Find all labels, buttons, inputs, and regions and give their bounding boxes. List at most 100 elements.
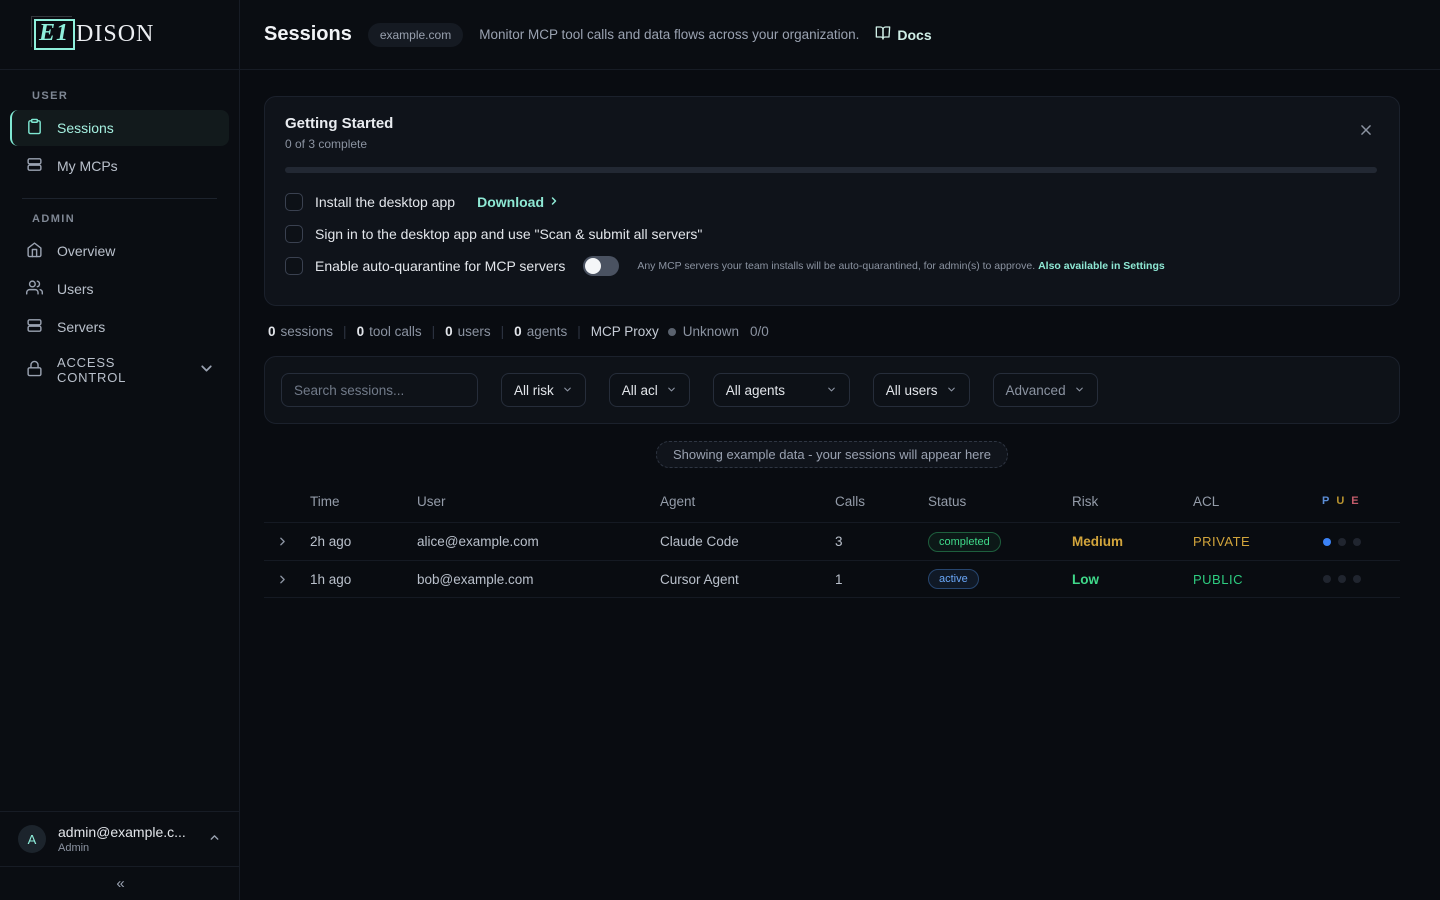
book-open-icon (875, 25, 891, 44)
column-header-user: User (417, 494, 660, 509)
acl-filter-dropdown[interactable]: All acl (609, 373, 690, 407)
expand-row-icon[interactable] (264, 535, 310, 548)
stat-sessions-label: sessions (281, 324, 334, 339)
chevron-up-icon (208, 831, 221, 847)
advanced-filter-dropdown[interactable]: Advanced (993, 373, 1098, 407)
avatar: A (18, 825, 46, 853)
app-window: E1DISON USER Sessions My MCPs ADMIN Over… (0, 0, 1440, 900)
server-icon (26, 317, 43, 337)
expand-row-icon[interactable] (264, 573, 310, 586)
column-header-time: Time (310, 494, 417, 509)
sidebar-item-label: Servers (57, 319, 105, 335)
cell-pue-dots (1322, 575, 1400, 583)
status-badge: active (928, 569, 979, 589)
sidebar-collapse-button[interactable]: « (116, 875, 122, 892)
signin-checkbox[interactable] (285, 225, 303, 243)
proxy-label: MCP Proxy (591, 324, 659, 339)
column-header-agent: Agent (660, 494, 835, 509)
stat-separator: | (432, 324, 436, 339)
pue-dot-u (1338, 538, 1346, 546)
server-stack-icon (26, 156, 43, 176)
stat-agents: 0 agents (514, 324, 567, 339)
sidebar-item-label: My MCPs (57, 158, 118, 174)
sidebar: E1DISON USER Sessions My MCPs ADMIN Over… (0, 0, 240, 900)
sessions-table: Time User Agent Calls Status Risk ACL P … (264, 480, 1400, 598)
home-icon (26, 241, 43, 261)
download-label: Download (477, 194, 544, 210)
sidebar-item-users[interactable]: Users (10, 271, 229, 307)
stat-agents-value: 0 (514, 324, 522, 339)
stat-tool-calls: 0tool calls (357, 324, 422, 339)
risk-filter-dropdown[interactable]: All risk (501, 373, 586, 407)
pue-dot-p (1323, 538, 1331, 546)
cell-calls: 1 (835, 572, 928, 587)
sidebar-item-label: Users (57, 281, 94, 297)
agents-filter-dropdown[interactable]: All agents (713, 373, 850, 407)
column-header-calls: Calls (835, 494, 928, 509)
sidebar-nav: USER Sessions My MCPs ADMIN Overview Use… (0, 70, 239, 811)
quarantine-toggle[interactable] (583, 256, 619, 276)
sidebar-item-sessions[interactable]: Sessions (10, 110, 229, 146)
proxy-status: Unknown (683, 324, 739, 339)
search-input[interactable] (281, 373, 478, 407)
table-row[interactable]: 2h ago alice@example.com Claude Code 3 c… (264, 522, 1400, 560)
docs-link[interactable]: Docs (875, 25, 931, 44)
chevron-down-icon (666, 383, 677, 398)
sidebar-item-label: Sessions (57, 120, 114, 136)
quarantine-checkbox[interactable] (285, 257, 303, 275)
pue-dot-u (1338, 575, 1346, 583)
edison-logo[interactable]: E1DISON (34, 19, 154, 49)
sidebar-item-label: ACCESS CONTROL (57, 355, 170, 385)
chevron-down-icon (946, 383, 957, 398)
agents-filter-label: All agents (726, 383, 785, 398)
org-badge: example.com (368, 23, 463, 47)
cell-risk: Low (1072, 572, 1193, 587)
cell-user: alice@example.com (417, 534, 660, 549)
pue-dot-p (1323, 575, 1331, 583)
clipboard-icon (26, 118, 43, 138)
stat-mcp-proxy: MCP Proxy Unknown 0/0 (591, 324, 769, 339)
getting-started-title: Getting Started (285, 115, 1379, 132)
pue-dot-e (1353, 575, 1361, 583)
docs-label: Docs (897, 27, 931, 43)
page-description: Monitor MCP tool calls and data flows ac… (479, 27, 859, 42)
stat-sessions-value: 0 (268, 324, 276, 339)
logo-box: E1 (34, 19, 75, 49)
page-header: Sessions example.com Monitor MCP tool ca… (240, 0, 1440, 70)
cell-risk: Medium (1072, 534, 1193, 549)
stat-separator: | (577, 324, 581, 339)
signin-label: Sign in to the desktop app and use "Scan… (315, 226, 702, 242)
stat-agents-label: agents (527, 324, 568, 339)
download-link[interactable]: Download (477, 194, 560, 210)
install-label: Install the desktop app (315, 194, 455, 210)
content: Getting Started 0 of 3 complete Install … (240, 70, 1440, 900)
getting-started-progress-label: 0 of 3 complete (285, 137, 1379, 151)
stat-tool-calls-value: 0 (357, 324, 365, 339)
stats-row: 0sessions | 0tool calls | 0users | 0agen… (264, 324, 1400, 339)
close-icon[interactable] (1359, 123, 1373, 140)
settings-link[interactable]: Also available in Settings (1038, 260, 1165, 272)
sidebar-item-my-mcps[interactable]: My MCPs (10, 148, 229, 184)
status-badge: completed (928, 532, 1001, 552)
stat-separator: | (501, 324, 505, 339)
proxy-status-dot-icon (668, 328, 676, 336)
cell-time: 1h ago (310, 572, 417, 587)
column-header-status: Status (928, 494, 1072, 509)
chevron-down-icon (562, 383, 573, 398)
users-filter-dropdown[interactable]: All users (873, 373, 970, 407)
cell-user: bob@example.com (417, 572, 660, 587)
risk-filter-label: All risk (514, 383, 554, 398)
account-menu[interactable]: A admin@example.c... Admin (0, 811, 239, 866)
main-area: Sessions example.com Monitor MCP tool ca… (240, 0, 1440, 900)
pue-dot-e (1353, 538, 1361, 546)
install-checkbox[interactable] (285, 193, 303, 211)
cell-acl: PRIVATE (1193, 534, 1322, 549)
sidebar-item-overview[interactable]: Overview (10, 233, 229, 269)
page-title: Sessions (264, 23, 352, 46)
table-row[interactable]: 1h ago bob@example.com Cursor Agent 1 ac… (264, 560, 1400, 598)
cell-acl: PUBLIC (1193, 572, 1322, 587)
sidebar-item-servers[interactable]: Servers (10, 309, 229, 345)
account-role: Admin (58, 842, 196, 854)
progress-bar (285, 167, 1377, 173)
sidebar-item-access-control[interactable]: ACCESS CONTROL (10, 347, 229, 393)
